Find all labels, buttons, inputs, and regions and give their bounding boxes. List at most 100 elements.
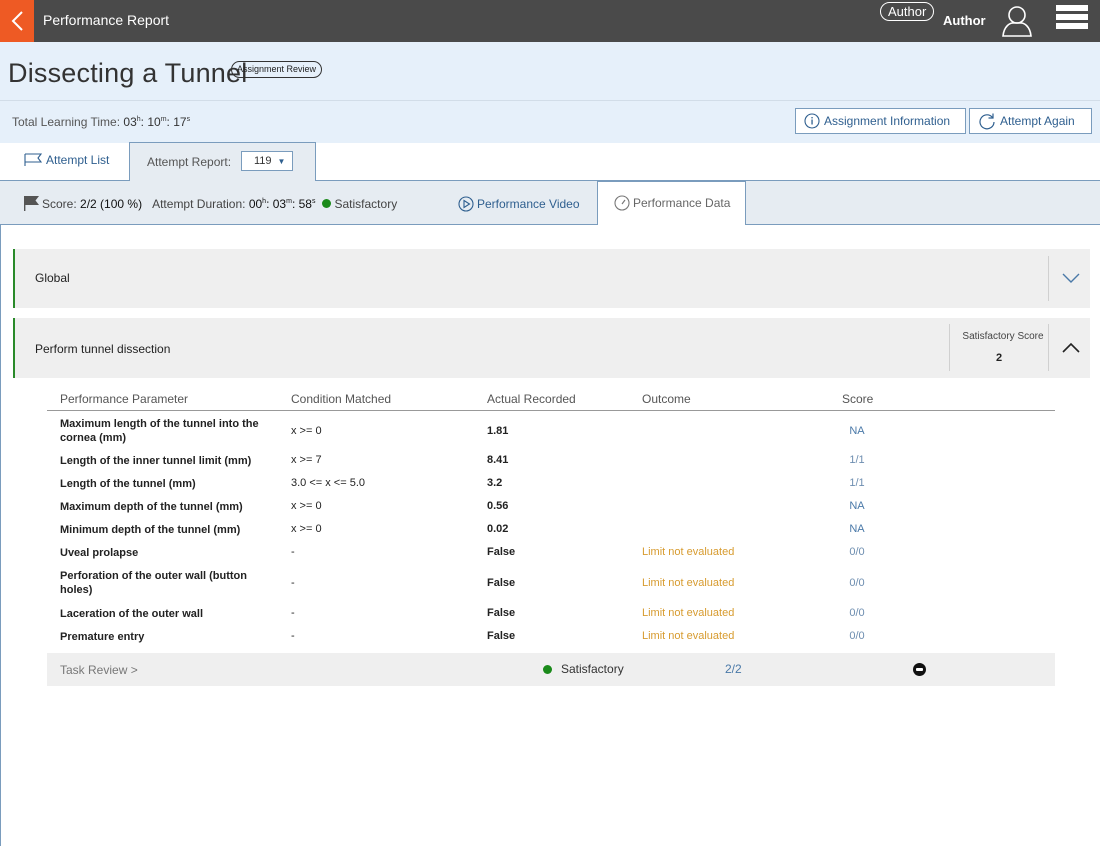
task-status: Satisfactory <box>561 662 624 676</box>
table-row-actual: 3.2 <box>487 477 503 489</box>
assignment-information-label: Assignment Information <box>824 114 951 128</box>
tab-performance-video-label: Performance Video <box>477 197 580 211</box>
chevron-down-icon[interactable] <box>1061 271 1081 289</box>
learning-time-label: Total Learning Time: <box>12 115 121 129</box>
role-badge: Author <box>880 2 935 21</box>
attempt-select[interactable]: 119 ▼ <box>241 151 293 171</box>
total-learning-time: Total Learning Time: 03h: 10m: 17s <box>12 115 191 129</box>
table-row-condition: - <box>291 577 295 589</box>
gauge-icon <box>614 195 630 211</box>
table-row-param: Premature entry <box>60 631 145 643</box>
table-row-actual: 0.56 <box>487 500 509 512</box>
table-row-condition: x >= 0 <box>291 523 322 535</box>
table-row-actual: 1.81 <box>487 425 509 437</box>
table-row-param: Maximum depth of the tunnel (mm) <box>60 501 243 513</box>
table-row-score: 0/0 <box>849 546 865 558</box>
table-row-param: Maximum length of the tunnel into the co… <box>60 418 259 444</box>
play-icon <box>458 196 474 212</box>
table-row-score: 0/0 <box>849 577 865 589</box>
duration-hours: 00 <box>248 196 263 211</box>
table-row-outcome: Limit not evaluated <box>642 607 735 619</box>
section-global[interactable] <box>13 249 1090 308</box>
table-row-param: Length of the inner tunnel limit (mm) <box>60 455 252 467</box>
status-dot-icon <box>322 199 332 208</box>
refresh-icon <box>979 113 995 130</box>
task-score: 2/2 <box>725 662 742 676</box>
learning-time-seconds: 17 <box>173 115 187 129</box>
table-row-condition: 3.0 <= x <= 5.0 <box>291 477 366 489</box>
table-row-condition: x >= 7 <box>291 454 322 466</box>
column-header-score: Score <box>842 392 874 406</box>
table-row-score: 1/1 <box>849 454 865 466</box>
tab-performance-video[interactable]: Performance Video <box>458 196 580 212</box>
table-row-actual: False <box>487 546 516 558</box>
app-title: Performance Report <box>43 12 170 28</box>
table-row-score: NA <box>849 523 865 535</box>
learning-time-hours: 03 <box>123 115 137 129</box>
page-title: Dissecting a Tunnel <box>8 58 248 88</box>
duration-minutes: 03 <box>272 196 287 211</box>
chevron-up-icon[interactable] <box>1061 341 1081 359</box>
satisfactory-score-label: Satisfactory Score <box>962 331 1044 342</box>
table-row-actual: 8.41 <box>487 454 509 466</box>
score-bar-divider <box>0 224 1100 225</box>
menu-icon[interactable] <box>1056 5 1088 35</box>
status-dot-icon <box>543 665 552 674</box>
table-row-param: Laceration of the outer wall <box>60 608 204 620</box>
tab-attempt-report-label: Attempt Report: <box>147 155 232 169</box>
table-row-actual: False <box>487 630 516 642</box>
back-button[interactable] <box>0 0 34 42</box>
table-row-actual: False <box>487 577 516 589</box>
column-header-parameter: Performance Parameter <box>60 392 189 406</box>
table-row-condition: x >= 0 <box>291 425 322 437</box>
duration-seconds: 58 <box>298 196 312 211</box>
table-row-param: Uveal prolapse <box>60 547 139 559</box>
chevron-left-icon <box>11 11 23 31</box>
assignment-review-badge: Assignment Review <box>231 61 323 78</box>
table-row-condition: - <box>291 546 295 558</box>
tab-performance-data-label: Performance Data <box>633 196 731 210</box>
tab-performance-data-label-wrap: Performance Data <box>614 195 730 211</box>
user-name: Author <box>943 13 986 28</box>
table-row-condition: - <box>291 630 295 642</box>
satisfactory-score-value: 2 <box>995 352 1003 364</box>
table-row-param: Perforation of the outer wall (button ho… <box>60 570 247 596</box>
table-row-score: NA <box>849 500 865 512</box>
section-task-divider <box>949 324 950 371</box>
table-row-score: 0/0 <box>849 630 865 642</box>
attempt-again-button[interactable]: Attempt Again <box>969 108 1092 134</box>
column-header-outcome: Outcome <box>642 392 691 406</box>
table-row-outcome: Limit not evaluated <box>642 630 735 642</box>
flag-icon <box>24 196 39 211</box>
assignment-information-button[interactable]: Assignment Information <box>795 108 966 134</box>
score-summary: Score: 2/2 (100 %) Attempt Duration: 00h… <box>23 196 397 211</box>
section-global-divider <box>1048 256 1049 301</box>
collapse-circle-icon[interactable] <box>913 663 926 676</box>
table-row-actual: False <box>487 607 516 619</box>
user-icon[interactable] <box>1000 4 1034 38</box>
table-row-score: 1/1 <box>849 477 865 489</box>
table-row-actual: 0.02 <box>487 523 509 535</box>
score-label: Score: <box>42 196 77 211</box>
table-row-condition: x >= 0 <box>291 500 322 512</box>
table-row-score: 0/0 <box>849 607 865 619</box>
table-row-score: NA <box>849 425 865 437</box>
score-value: 2/2 (100 %) <box>80 196 143 211</box>
table-row-param: Length of the tunnel (mm) <box>60 478 196 490</box>
section-task-label: Perform tunnel dissection <box>35 342 171 356</box>
section-task[interactable] <box>13 318 1090 378</box>
content-left-border <box>0 225 1 846</box>
info-icon <box>804 113 820 129</box>
column-header-actual: Actual Recorded <box>487 392 576 406</box>
learning-time-minutes: 10 <box>147 115 161 129</box>
column-header-condition: Condition Matched <box>291 392 392 406</box>
attempt-select-value: 119 <box>254 155 272 167</box>
table-row-param: Minimum depth of the tunnel (mm) <box>60 524 241 536</box>
table-row-outcome: Limit not evaluated <box>642 546 735 558</box>
task-review-link[interactable]: Task Review > <box>60 663 138 677</box>
tab-attempt-list[interactable]: Attempt List <box>24 153 109 167</box>
section-global-label: Global <box>35 271 70 285</box>
flag-outline-icon <box>24 153 42 166</box>
table-row-outcome: Limit not evaluated <box>642 577 735 589</box>
tab-attempt-list-label: Attempt List <box>46 153 110 167</box>
